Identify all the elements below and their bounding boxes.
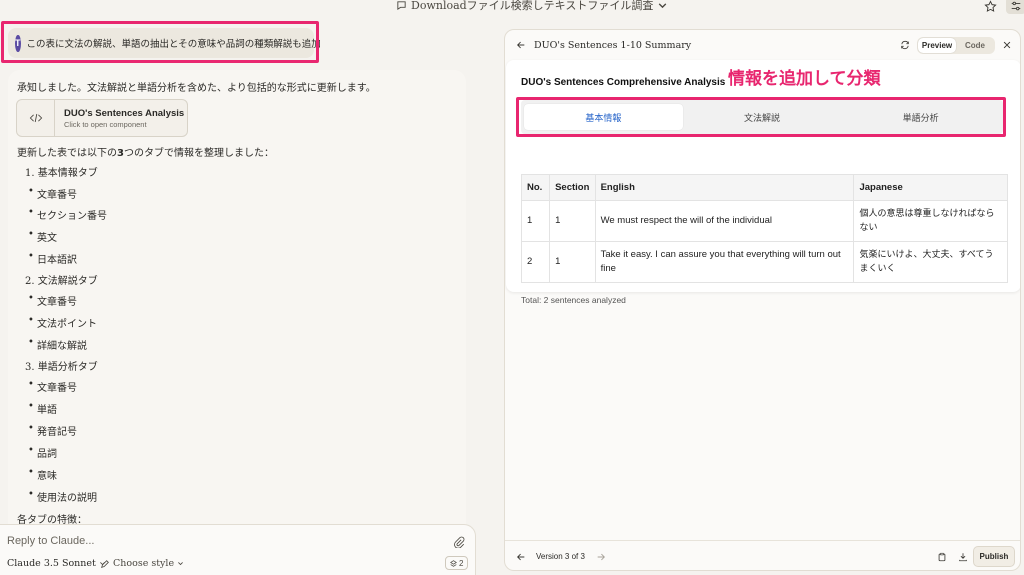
preview-toggle-button[interactable]: Preview [918, 38, 956, 53]
column-header: No. [520, 174, 551, 201]
column-header: English [594, 174, 855, 201]
previous-version-button[interactable] [515, 551, 527, 563]
artifact-subtitle: Click to open component [64, 119, 147, 129]
assistant-summary-text: 更新した表では以下の3つのタブで情報を整理しました： [17, 148, 274, 159]
version-label: Version 3 of 3 [536, 552, 585, 561]
list-item: 文章番号 [28, 379, 77, 394]
panel-title: DUO's Sentences 1-10 Summary [534, 40, 692, 51]
close-icon [1002, 40, 1012, 50]
annotation-highlight-box [516, 97, 1006, 137]
copy-button[interactable] [935, 550, 949, 564]
list-item: 使用法の説明 [28, 489, 97, 504]
arrow-right-icon [596, 552, 606, 562]
list-item: 発音記号 [28, 423, 77, 438]
chevron-down-icon [177, 560, 184, 567]
close-button[interactable] [1001, 39, 1013, 51]
cell-english: We must respect the will of the individu… [594, 200, 855, 242]
panel-footer: Version 3 of 3 Publish [505, 540, 1020, 570]
list-item: 意味 [28, 467, 57, 482]
cell-no: 2 [520, 241, 551, 283]
list-item: セクション番号 [28, 207, 107, 222]
table-header-row: No. Section English Japanese [520, 174, 1008, 201]
total-count: Total: 2 sentences analyzed [521, 295, 626, 305]
star-button[interactable] [982, 0, 998, 14]
annotation-label: 情報を追加して分類 [728, 69, 881, 89]
artifact-name: DUO's Sentences Analysis [64, 107, 185, 119]
list-item: 3. 単語分析タブ [25, 362, 98, 373]
table-row: 2 1 Take it easy. I can assure you that … [520, 241, 1008, 283]
list-item: 日本語訳 [28, 251, 77, 266]
list-item: 品詞 [28, 445, 57, 460]
cell-english: Take it easy. I can assure you that ever… [594, 241, 855, 283]
sentence-table: No. Section English Japanese 1 1 We must… [520, 174, 1008, 283]
conversation-title-button[interactable]: Downloadファイル検索しテキストファイル調査 [396, 0, 668, 13]
list-item: 詳細な解説 [28, 337, 87, 352]
style-label: Choose style [113, 558, 175, 569]
artifact-panel: DUO's Sentences 1-10 Summary Preview Cod… [504, 29, 1021, 571]
list-item: 2. 文法解説タブ [25, 276, 98, 287]
paperclip-icon [453, 536, 465, 548]
style-selector[interactable]: Choose style [100, 558, 184, 569]
back-button[interactable] [515, 39, 527, 51]
list-item: 英文 [28, 229, 57, 244]
attachment-count: 2 [459, 558, 464, 568]
download-icon [958, 552, 968, 562]
reply-input[interactable] [7, 535, 427, 547]
cell-no: 1 [520, 200, 551, 242]
attach-button[interactable] [452, 535, 466, 549]
list-item: 文章番号 [28, 186, 77, 201]
code-toggle-button[interactable]: Code [956, 38, 994, 53]
view-toggle: Preview Code [917, 37, 995, 54]
model-selector[interactable]: Claude 3.5 Sonnet [7, 558, 106, 569]
assistant-message: 承知しました。文法解説と単語分析を含めた、より包括的な形式に更新します。 DUO… [8, 70, 466, 540]
arrow-left-icon [516, 40, 526, 50]
arrow-left-icon [516, 552, 526, 562]
pen-icon [100, 559, 110, 569]
publish-button[interactable]: Publish [973, 546, 1015, 567]
list-item: 1. 基本情報タブ [25, 168, 98, 179]
column-header: Section [549, 174, 596, 201]
column-header: Japanese [853, 174, 1008, 201]
analysis-card: DUO's Sentences Comprehensive Analysis 情… [506, 60, 1020, 305]
attachment-count-button[interactable]: 2 [445, 556, 469, 570]
chevron-down-icon [657, 0, 668, 11]
chat-bubble-icon [396, 0, 407, 11]
cell-japanese: 気楽にいけよ、大丈夫、すべてうまくいく [853, 241, 1008, 283]
annotation-highlight-box [1, 21, 319, 63]
assistant-intro-text: 承知しました。文法解説と単語分析を含めた、より包括的な形式に更新します。 [17, 83, 376, 94]
model-name: Claude 3.5 Sonnet [7, 558, 96, 569]
settings-button[interactable] [1006, 0, 1024, 14]
star-icon [983, 0, 997, 13]
code-icon [17, 100, 55, 136]
cell-japanese: 個人の意思は尊重しなければならない [853, 200, 1008, 242]
list-item: 文章番号 [28, 293, 77, 308]
next-version-button[interactable] [595, 551, 607, 563]
conversation-title: Downloadファイル検索しテキストファイル調査 [411, 0, 654, 12]
clipboard-icon [937, 552, 947, 562]
artifact-card[interactable]: DUO's Sentences Analysis Click to open c… [16, 99, 188, 137]
list-item: 文法ポイント [28, 315, 97, 330]
stack-icon [450, 559, 457, 567]
card-title: DUO's Sentences Comprehensive Analysis [521, 77, 726, 88]
composer: Claude 3.5 Sonnet Choose style 2 [0, 524, 476, 575]
table-row: 1 1 We must respect the will of the indi… [520, 200, 1008, 242]
cell-section: 1 [549, 241, 596, 283]
sliders-icon [1010, 0, 1022, 12]
refresh-button[interactable] [899, 39, 911, 51]
list-item: 単語 [28, 401, 57, 416]
download-button[interactable] [956, 550, 970, 564]
top-bar: Downloadファイル検索しテキストファイル調査 [0, 0, 1024, 14]
panel-header: DUO's Sentences 1-10 Summary Preview Cod… [505, 30, 1020, 60]
refresh-icon [900, 40, 910, 50]
cell-section: 1 [549, 200, 596, 242]
